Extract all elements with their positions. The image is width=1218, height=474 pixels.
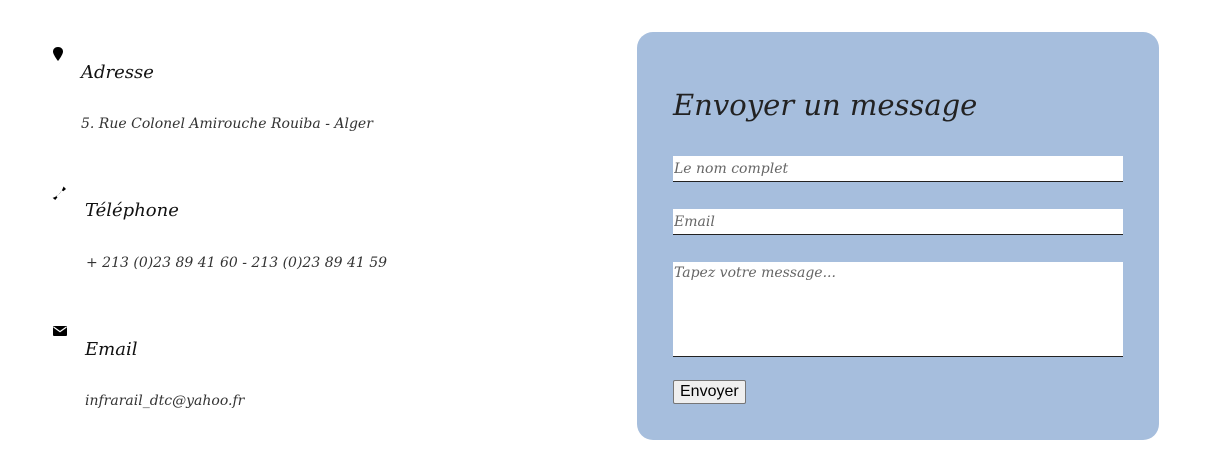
email-input[interactable] — [673, 209, 1123, 235]
form-title: Envoyer un message — [673, 88, 978, 122]
email-value: infrarail_dtc@yahoo.fr — [85, 393, 245, 409]
phone-icon — [52, 186, 66, 200]
message-form-panel: Envoyer un message Envoyer — [637, 32, 1159, 440]
phone-title: Téléphone — [85, 200, 179, 221]
message-textarea[interactable] — [673, 262, 1123, 357]
map-marker-icon — [53, 47, 63, 61]
send-button[interactable]: Envoyer — [673, 380, 746, 404]
email-title: Email — [85, 339, 138, 360]
full-name-input[interactable] — [673, 156, 1123, 182]
phone-value: + 213 (0)23 89 41 60 - 213 (0)23 89 41 5… — [86, 255, 388, 271]
envelope-icon — [53, 326, 67, 336]
address-value: 5. Rue Colonel Amirouche Rouiba - Alger — [81, 116, 373, 132]
address-title: Adresse — [81, 62, 154, 83]
